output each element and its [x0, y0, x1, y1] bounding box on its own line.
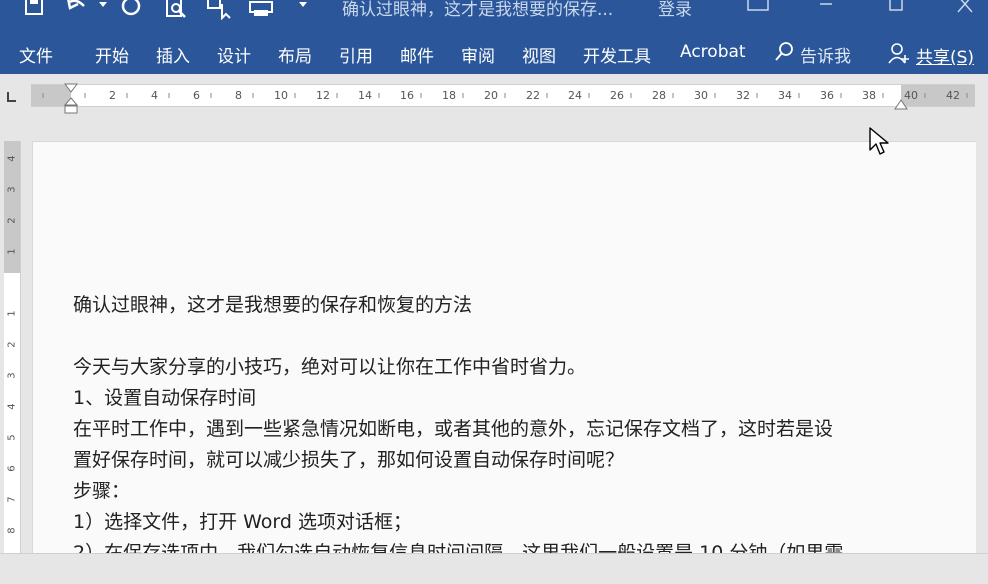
mouse-pointer-icon	[868, 126, 890, 160]
hanging-indent-marker[interactable]	[63, 97, 79, 119]
ruler-label: 4	[6, 403, 18, 410]
touch-mode-icon[interactable]	[206, 0, 232, 20]
ruler-ticks	[42, 93, 968, 98]
first-line-indent-marker[interactable]	[64, 78, 78, 97]
tab-references[interactable]: 引用	[339, 42, 373, 67]
ruler-label: 2	[6, 217, 18, 224]
tab-acrobat[interactable]: Acrobat	[680, 42, 746, 62]
tab-review[interactable]: 审阅	[461, 42, 495, 67]
document-paragraph[interactable]: 步骤：	[73, 476, 130, 503]
print-icon[interactable]	[248, 0, 274, 20]
tab-home[interactable]: 开始	[95, 42, 129, 67]
search-icon	[774, 42, 794, 67]
document-title: 确认过眼神，这才是我想要的保存...	[342, 0, 614, 20]
ruler-label: 1	[6, 248, 18, 255]
customize-dropdown-icon[interactable]	[298, 0, 308, 20]
maximize-icon[interactable]	[888, 0, 904, 20]
share-button[interactable]: 共享(S)	[888, 42, 974, 69]
status-bar	[0, 553, 988, 584]
tab-developer[interactable]: 开发工具	[583, 42, 651, 67]
ruler-label: 3	[6, 372, 18, 379]
ruler-label: 4	[6, 155, 18, 162]
save-icon[interactable]	[24, 0, 44, 20]
document-paragraph[interactable]: 1）选择文件，打开 Word 选项对话框；	[73, 507, 412, 534]
tell-me-box[interactable]: 告诉我	[774, 42, 851, 67]
horizontal-ruler[interactable]: 2 4 6 8 10 12 14 16 18 20 22 24 26 28 30…	[31, 84, 975, 107]
ruler-label: 5	[6, 434, 18, 441]
ribbon-tab-bar: 文件 开始 插入 设计 布局 引用 邮件 审阅 视图 开发工具 Acrobat …	[0, 34, 988, 74]
document-paragraph[interactable]: 置好保存时间，就可以减少损失了，那如何设置自动保存时间呢？	[73, 445, 624, 472]
vertical-ruler[interactable]: 4 3 2 1 1 2 3 4 5 6 7 8	[4, 141, 21, 553]
tell-me-label: 告诉我	[800, 47, 851, 67]
redo-icon[interactable]	[120, 0, 142, 20]
tab-mailings[interactable]: 邮件	[400, 42, 434, 67]
print-preview-icon[interactable]	[164, 0, 188, 20]
document-heading[interactable]: 确认过眼神，这才是我想要的保存和恢复的方法	[73, 290, 472, 317]
minimize-icon[interactable]	[818, 0, 834, 20]
title-bar: 确认过眼神，这才是我想要的保存... 登录	[0, 0, 988, 34]
tab-view[interactable]: 视图	[522, 42, 556, 67]
close-icon[interactable]	[956, 0, 974, 20]
tab-stop-selector[interactable]	[4, 89, 18, 103]
tab-design[interactable]: 设计	[217, 42, 251, 67]
document-paragraph[interactable]: 1、设置自动保存时间	[73, 383, 256, 410]
ruler-label: 1	[6, 310, 18, 317]
document-paragraph[interactable]: 2）在保存选项中，我们勾选自动恢复信息时间间隔，这里我们一般设置是 10 分钟（…	[73, 538, 843, 554]
document-paragraph[interactable]: 今天与大家分享的小技巧，绝对可以让你在工作中省时省力。	[73, 352, 586, 379]
ruler-label: 2	[6, 341, 18, 348]
tab-file[interactable]: 文件	[19, 42, 53, 67]
document-paragraph[interactable]: 在平时工作中，遇到一些紧急情况如断电，或者其他的意外，忘记保存文档了，这时若是设	[73, 414, 833, 441]
undo-dropdown-icon[interactable]	[98, 0, 108, 20]
user-add-icon	[888, 42, 910, 69]
ruler-label: 8	[6, 527, 18, 534]
ruler-label: 6	[6, 465, 18, 472]
ruler-label: 3	[6, 186, 18, 193]
document-page[interactable]: 确认过眼神，这才是我想要的保存和恢复的方法 今天与大家分享的小技巧，绝对可以让你…	[32, 141, 976, 554]
ruler-label: 7	[6, 496, 18, 503]
right-indent-marker[interactable]	[894, 96, 908, 115]
undo-icon[interactable]	[66, 0, 90, 20]
restore-icon[interactable]	[746, 0, 770, 20]
tab-insert[interactable]: 插入	[156, 42, 190, 67]
share-label: 共享(S)	[916, 48, 975, 68]
tab-layout[interactable]: 布局	[278, 42, 312, 67]
login-link[interactable]: 登录	[658, 0, 692, 20]
